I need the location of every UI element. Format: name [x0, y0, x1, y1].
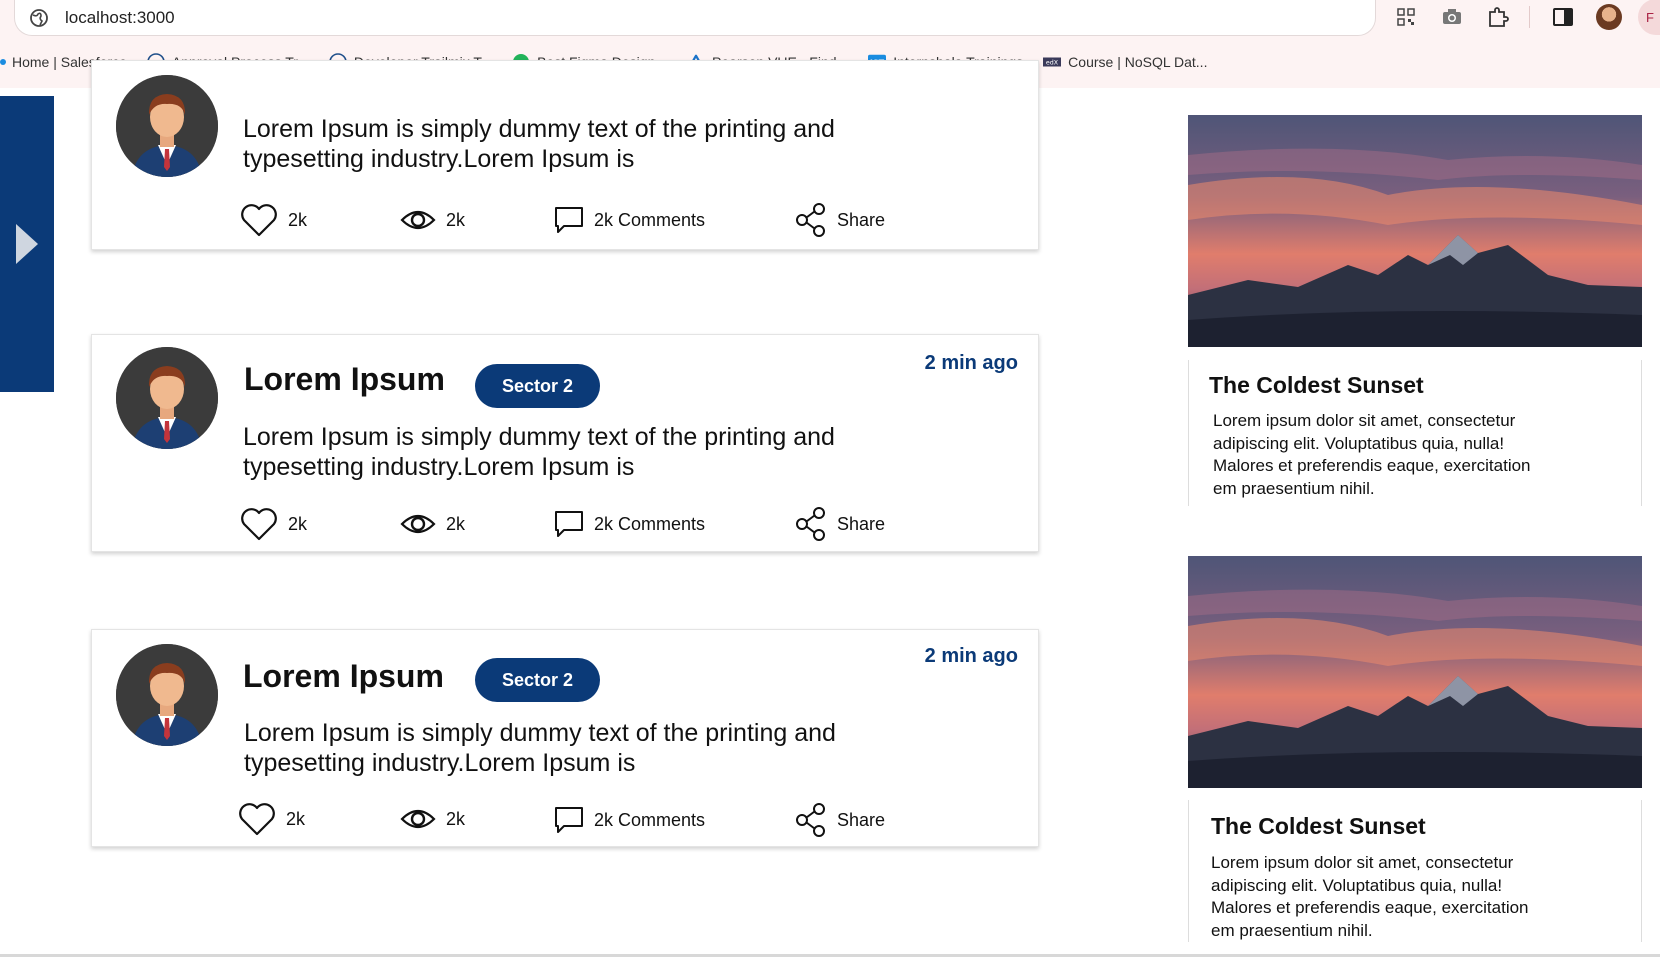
- post-time: 2 min ago: [924, 645, 1018, 667]
- side-card-description: Lorem ipsum dolor sit amet, consectetur …: [1211, 853, 1529, 940]
- address-bar[interactable]: localhost:3000: [14, 0, 1376, 36]
- like-count: 2k: [286, 808, 306, 829]
- sector-badge[interactable]: Sector 2: [475, 658, 600, 702]
- side-card: The Coldest Sunset Lorem ipsum dolor sit…: [1188, 800, 1642, 942]
- bookmark-nosql-course[interactable]: edX Course | NoSQL Dat...: [1043, 53, 1207, 71]
- course-icon: edX: [1043, 53, 1062, 71]
- side-card-title: The Coldest Sunset: [1211, 813, 1426, 839]
- like-button[interactable]: 2k: [240, 203, 307, 237]
- side-card: The Coldest Sunset Lorem ipsum dolor sit…: [1188, 360, 1642, 506]
- post-title: Lorem Ipsum: [243, 658, 444, 694]
- comment-icon: [555, 511, 583, 537]
- toolbar-icons: F: [1373, 0, 1660, 35]
- share-button[interactable]: Share: [795, 203, 885, 237]
- sidebar-expand-toggle[interactable]: [0, 96, 54, 392]
- post-body: Lorem Ipsum is simply dummy text of the …: [244, 719, 836, 777]
- share-label: Share: [837, 513, 886, 534]
- views-indicator: 2k: [400, 208, 465, 232]
- views-indicator: 2k: [400, 512, 465, 536]
- share-label: Share: [837, 209, 886, 230]
- like-button[interactable]: 2k: [240, 507, 307, 541]
- profile-menu-button[interactable]: F: [1638, 0, 1660, 35]
- view-count: 2k: [446, 808, 466, 829]
- post-time: 2 min ago: [924, 352, 1018, 374]
- side-card-title: The Coldest Sunset: [1209, 372, 1424, 398]
- svg-text:edX: edX: [1046, 60, 1059, 67]
- salesforce-dot-icon: [0, 59, 6, 65]
- comment-icon: [555, 207, 583, 233]
- post-card: Lorem Ipsum Sector 2 2 min ago Lorem Ips…: [91, 334, 1039, 552]
- view-count: 2k: [446, 513, 466, 534]
- share-label: Share: [837, 809, 886, 830]
- like-button[interactable]: 2k: [238, 802, 305, 836]
- post-card: Lorem Ipsum is simply dummy text of the …: [91, 60, 1039, 250]
- view-count: 2k: [446, 209, 466, 230]
- author-avatar: [116, 347, 218, 449]
- like-count: 2k: [288, 209, 308, 230]
- camera-icon[interactable]: [1439, 4, 1465, 30]
- chevron-right-icon: [16, 224, 38, 264]
- side-panel-icon[interactable]: [1550, 4, 1576, 30]
- share-icon: [796, 803, 825, 837]
- post-title: Lorem Ipsum: [244, 361, 445, 397]
- post-body: Lorem Ipsum is simply dummy text of the …: [243, 115, 835, 173]
- post-card: Lorem Ipsum Sector 2 2 min ago Lorem Ips…: [91, 629, 1039, 847]
- comments-button[interactable]: 2k Comments: [554, 206, 705, 234]
- author-avatar: [116, 644, 218, 746]
- heart-icon: [239, 803, 275, 836]
- site-info-icon[interactable]: [29, 8, 49, 28]
- sector-badge[interactable]: Sector 2: [475, 364, 600, 408]
- post-body: Lorem Ipsum is simply dummy text of the …: [243, 423, 835, 481]
- views-indicator: 2k: [400, 807, 465, 831]
- comments-button[interactable]: 2k Comments: [554, 806, 705, 834]
- comment-icon: [555, 807, 583, 833]
- comment-count: 2k Comments: [594, 209, 706, 230]
- eye-icon: [400, 514, 436, 534]
- author-avatar: [116, 75, 218, 177]
- profile-avatar[interactable]: [1596, 4, 1622, 30]
- share-icon: [796, 507, 825, 541]
- comment-count: 2k Comments: [594, 809, 706, 830]
- qr-code-icon[interactable]: [1393, 4, 1419, 30]
- side-card-description: Lorem ipsum dolor sit amet, consectetur …: [1213, 411, 1531, 498]
- sunset-mountain-image: [1188, 115, 1642, 347]
- extensions-icon[interactable]: [1485, 4, 1511, 30]
- eye-icon: [400, 210, 436, 230]
- comments-button[interactable]: 2k Comments: [554, 510, 705, 538]
- heart-icon: [241, 508, 277, 541]
- share-button[interactable]: Share: [795, 507, 885, 541]
- heart-icon: [241, 204, 277, 237]
- share-button[interactable]: Share: [795, 803, 885, 837]
- comment-count: 2k Comments: [594, 513, 706, 534]
- share-icon: [796, 203, 825, 237]
- toolbar-divider: [1529, 6, 1530, 28]
- url-text[interactable]: localhost:3000: [65, 8, 175, 28]
- bookmark-label: Course | NoSQL Dat...: [1068, 54, 1208, 70]
- eye-icon: [400, 809, 436, 829]
- like-count: 2k: [288, 513, 308, 534]
- sunset-mountain-image: [1188, 556, 1642, 788]
